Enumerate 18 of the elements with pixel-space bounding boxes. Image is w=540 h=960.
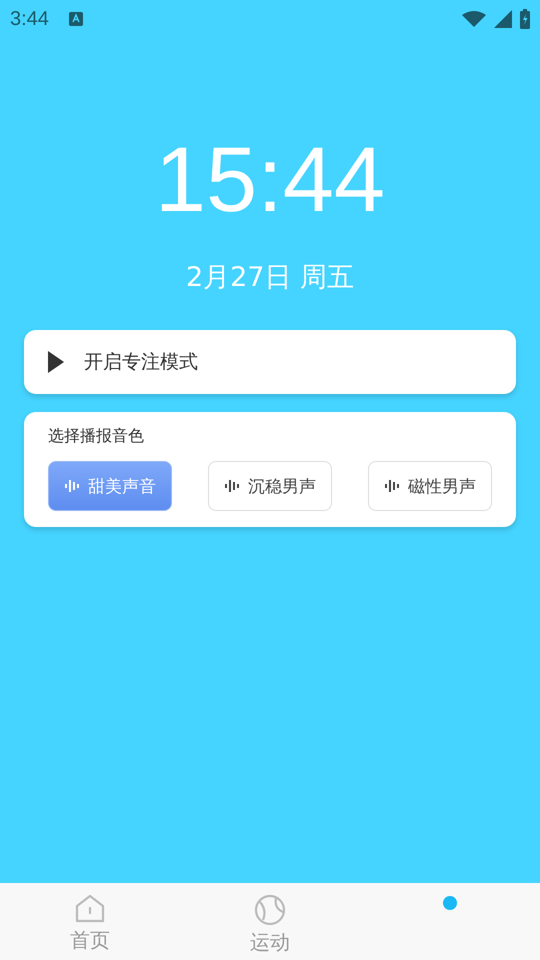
status-time: 3:44 <box>10 8 49 30</box>
sound-wave-icon <box>384 479 402 493</box>
clock-time: 15:44 <box>154 130 386 230</box>
clock-date: 2月27日 周五 <box>184 261 356 295</box>
voice-option[interactable]: 沉稳男声 <box>208 461 332 511</box>
sound-wave-icon <box>224 479 242 493</box>
wifi-icon <box>462 11 486 27</box>
battery-icon <box>520 9 530 29</box>
ball-icon <box>254 894 286 926</box>
focus-mode-button[interactable]: 开启专注模式 <box>24 330 516 394</box>
home-icon <box>75 894 105 924</box>
play-icon <box>48 351 64 373</box>
keyboard-icon <box>68 12 83 26</box>
sound-wave-icon <box>64 479 82 493</box>
active-dot-icon <box>443 896 457 910</box>
voice-card-title: 选择播报音色 <box>48 426 145 447</box>
voice-option[interactable]: 磁性男声 <box>368 461 492 511</box>
signal-icon <box>494 10 512 28</box>
